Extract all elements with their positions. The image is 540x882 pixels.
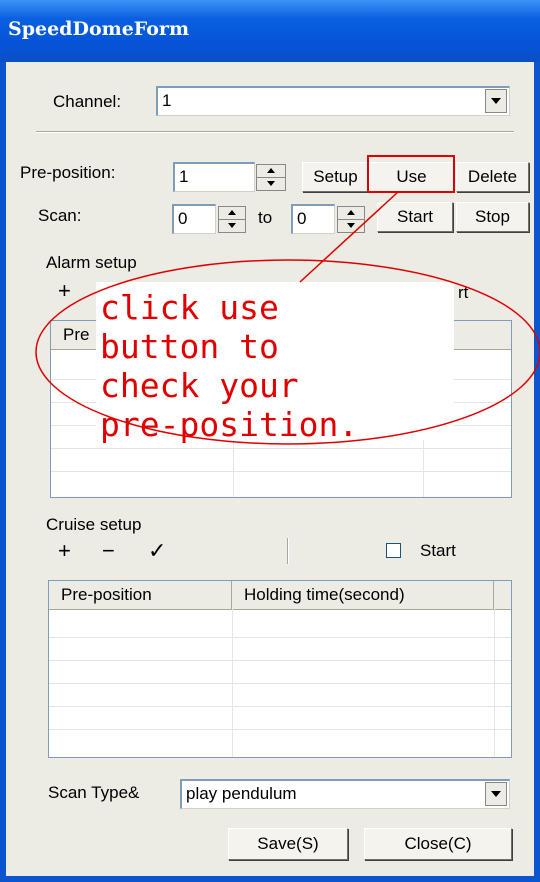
spin-up-icon — [267, 168, 275, 174]
scan-to-spinner[interactable] — [337, 206, 365, 233]
window-title: SpeedDomeForm — [8, 18, 190, 40]
scan-to-label: to — [258, 208, 273, 227]
scan-type-value: play pendulum — [186, 784, 297, 803]
grid-line — [49, 660, 511, 661]
window-frame-right — [534, 62, 540, 882]
spin-down-icon — [347, 223, 355, 229]
grid-line — [49, 706, 511, 707]
cruise-grid-header: Pre-position Holding time(second) — [49, 581, 511, 610]
setup-button[interactable]: Setup — [302, 162, 369, 192]
grid-line — [49, 637, 511, 638]
spin-up-icon — [347, 210, 355, 216]
toolbar-divider — [287, 538, 289, 564]
scan-start-button[interactable]: Start — [377, 202, 453, 232]
cruise-start-checkbox[interactable] — [386, 543, 401, 558]
chevron-down-icon — [491, 791, 501, 797]
scan-from-spinner[interactable] — [218, 206, 246, 233]
divider — [36, 131, 514, 133]
cruise-setup-label: Cruise setup — [46, 515, 142, 534]
spin-up-icon — [228, 210, 236, 216]
scan-from-value: 0 — [178, 209, 188, 228]
scan-type-select[interactable]: play pendulum — [180, 779, 510, 809]
scan-type-dropdown-button[interactable] — [485, 782, 507, 806]
preposition-value: 1 — [179, 167, 189, 186]
alarm-start-label: rt — [458, 283, 469, 302]
window-frame-bottom — [0, 876, 540, 882]
title-bar[interactable]: SpeedDomeForm — [0, 0, 540, 62]
preposition-label: Pre-position: — [20, 163, 116, 182]
add-icon[interactable]: + — [58, 540, 71, 562]
check-icon[interactable]: ✓ — [148, 540, 166, 562]
channel-value: 1 — [162, 91, 172, 110]
preposition-spinner[interactable] — [256, 164, 286, 191]
remove-icon[interactable]: − — [102, 540, 115, 562]
speed-dome-window: SpeedDomeForm Channel: 1 Pre-position: 1… — [0, 0, 540, 882]
cruise-start-label: Start — [420, 541, 456, 560]
cruise-column-preposition: Pre-position — [49, 581, 232, 609]
scan-to-input[interactable]: 0 — [291, 204, 335, 234]
grid-line — [49, 683, 511, 684]
channel-select[interactable]: 1 — [156, 86, 510, 116]
window-frame-left — [0, 62, 6, 882]
scan-to-value: 0 — [297, 209, 307, 228]
channel-label: Channel: — [53, 92, 122, 111]
cruise-column-holding-time: Holding time(second) — [232, 581, 494, 609]
channel-dropdown-button[interactable] — [485, 89, 507, 113]
save-button[interactable]: Save(S) — [228, 828, 348, 860]
add-icon[interactable]: + — [58, 280, 71, 302]
grid-line — [51, 448, 511, 449]
grid-line — [51, 471, 511, 472]
spin-down-icon — [267, 181, 275, 187]
close-button[interactable]: Close(C) — [364, 828, 512, 860]
spin-down-icon — [228, 223, 236, 229]
chevron-down-icon — [491, 98, 501, 104]
preposition-input[interactable]: 1 — [173, 162, 255, 192]
scan-stop-button[interactable]: Stop — [456, 202, 529, 232]
delete-button[interactable]: Delete — [456, 162, 529, 192]
scan-label: Scan: — [38, 206, 82, 225]
scan-from-input[interactable]: 0 — [172, 204, 216, 234]
scan-type-label: Scan Type& — [48, 783, 140, 802]
alarm-setup-label: Alarm setup — [46, 253, 137, 272]
annotation-callout: click use button to check your pre-posit… — [96, 282, 454, 444]
cruise-grid[interactable]: Pre-position Holding time(second) — [48, 580, 512, 758]
use-button[interactable]: Use — [369, 162, 454, 192]
grid-line — [49, 729, 511, 730]
